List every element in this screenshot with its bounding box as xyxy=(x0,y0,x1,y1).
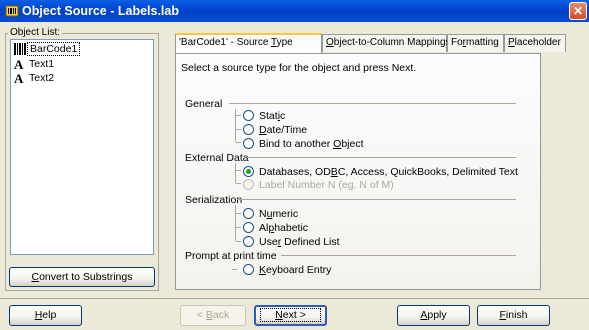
option-static-label: Static xyxy=(259,110,286,122)
bracket-tick xyxy=(236,213,241,214)
radio-label-number[interactable] xyxy=(243,179,254,190)
close-button[interactable]: ✕ xyxy=(569,2,587,20)
separator-external-data xyxy=(247,157,516,158)
group-title-general: General xyxy=(185,98,223,110)
radio-alphabetic[interactable] xyxy=(243,222,254,233)
object-list-legend: Object List: xyxy=(8,27,63,38)
radio-bind-to-another-object[interactable] xyxy=(243,138,254,149)
group-title-external-data: External Data xyxy=(185,152,249,164)
option-user-defined-list-label: User Defined List xyxy=(259,236,340,248)
convert-to-substrings-button[interactable]: Convert to Substrings xyxy=(9,267,155,287)
object-list[interactable]: BarCode1 A Text1 A Text2 xyxy=(10,39,154,255)
tab-object-to-column-mappings[interactable]: Object-to-Column Mappings xyxy=(322,34,451,52)
text-a-icon: A xyxy=(14,57,24,71)
separator-serialization xyxy=(237,199,516,200)
bracket-tick xyxy=(236,142,241,143)
radio-date-time[interactable] xyxy=(243,124,254,135)
back-button[interactable]: < Back xyxy=(180,305,246,326)
list-item-barcode1[interactable]: BarCode1 xyxy=(13,42,151,56)
option-databases-label: Databases, ODBC, Access, QuickBooks, Del… xyxy=(259,166,518,178)
option-label-number-label: Label Number N (eg. N of M) xyxy=(259,179,394,191)
svg-text:A: A xyxy=(14,57,24,71)
radio-static[interactable] xyxy=(243,110,254,121)
list-item-label: BarCode1 xyxy=(27,42,81,56)
option-keyboard-entry-label: Keyboard Entry xyxy=(259,264,332,276)
list-item-text1[interactable]: A Text1 xyxy=(13,57,151,71)
separator-prompt xyxy=(281,255,516,256)
list-item-label: Text1 xyxy=(29,58,55,70)
close-icon: ✕ xyxy=(572,4,584,18)
bracket-general xyxy=(235,109,236,142)
bracket-tick xyxy=(236,183,241,184)
bracket-tick xyxy=(236,241,241,242)
svg-text:A: A xyxy=(14,71,24,85)
bracket-external-data xyxy=(235,163,236,183)
instruction-text: Select a source type for the object and … xyxy=(181,62,417,74)
bracket-tick xyxy=(236,115,241,116)
group-title-serialization: Serialization xyxy=(185,194,243,206)
radio-user-defined-list[interactable] xyxy=(243,236,254,247)
option-bind-object-label: Bind to another Object xyxy=(259,138,364,150)
bracket-tick xyxy=(236,170,241,171)
tab-formatting[interactable]: Formatting xyxy=(447,34,504,52)
option-alphabetic-label: Alphabetic xyxy=(259,222,309,234)
list-item-label: Text2 xyxy=(29,72,55,84)
window-title: Object Source - Labels.lab xyxy=(22,4,179,18)
app-icon xyxy=(5,5,19,17)
radio-databases[interactable] xyxy=(243,166,254,177)
list-item-text2[interactable]: A Text2 xyxy=(13,71,151,85)
separator-general xyxy=(229,103,516,104)
option-date-time-label: Date/Time xyxy=(259,124,308,136)
title-bar: Object Source - Labels.lab ✕ xyxy=(0,0,589,22)
radio-keyboard-entry[interactable] xyxy=(243,264,254,275)
group-title-prompt-at-print-time: Prompt at print time xyxy=(185,250,277,262)
bracket-tick xyxy=(232,269,237,270)
next-button[interactable]: Next > xyxy=(254,305,327,326)
bracket-tick xyxy=(236,129,241,130)
text-a-icon: A xyxy=(14,71,24,85)
next-button-label: Next > xyxy=(260,308,321,322)
help-button[interactable]: Help xyxy=(9,305,82,326)
tab-placeholder[interactable]: Placeholder xyxy=(504,34,566,52)
footer-separator xyxy=(0,298,589,299)
bracket-tick xyxy=(236,227,241,228)
barcode-icon xyxy=(14,43,26,55)
apply-button[interactable]: Apply xyxy=(397,305,470,326)
option-numeric-label: Numeric xyxy=(259,208,299,220)
bracket-serialization xyxy=(235,205,236,241)
tab-source-type[interactable]: 'BarCode1' - Source Type xyxy=(175,33,322,54)
radio-numeric[interactable] xyxy=(243,208,254,219)
finish-button[interactable]: Finish xyxy=(477,305,550,326)
